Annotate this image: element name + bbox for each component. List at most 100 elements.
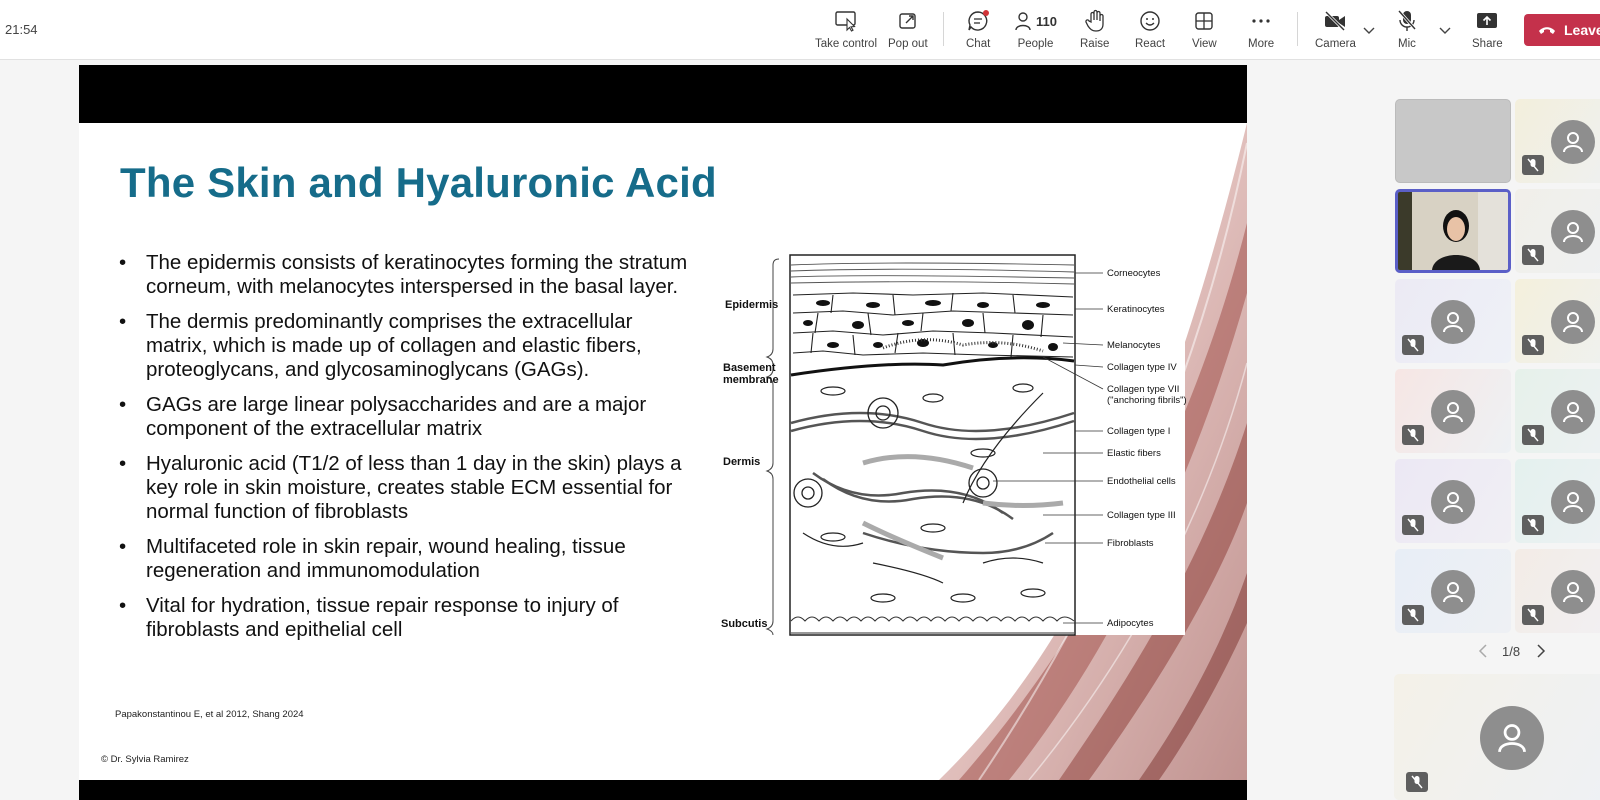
basement-membrane-text: Basement: [723, 362, 776, 374]
more-dots-icon: [1250, 8, 1272, 34]
toolbar-divider: [1297, 12, 1298, 46]
muted-mic-icon: [1402, 515, 1424, 535]
muted-mic-icon: [1522, 605, 1544, 625]
slide-copyright: © Dr. Sylvia Ramirez: [101, 754, 189, 765]
self-view-tile[interactable]: [1394, 674, 1600, 800]
slide-bullet: The epidermis consists of keratinocytes …: [119, 251, 689, 299]
participant-tile[interactable]: [1395, 99, 1511, 183]
people-label: People: [1017, 38, 1054, 50]
gallery-page-indicator: 1/8: [1502, 644, 1521, 659]
mic-off-icon: [1396, 8, 1418, 34]
participant-tile[interactable]: [1515, 99, 1600, 183]
label-dermis: Dermis: [723, 456, 760, 468]
label-collagen-vii: Collagen type VII: [1107, 384, 1179, 395]
avatar-placeholder-icon: [1431, 570, 1475, 614]
react-button[interactable]: React: [1135, 8, 1165, 54]
camera-off-icon: [1323, 8, 1347, 34]
participant-tile[interactable]: [1515, 189, 1600, 273]
participant-tile[interactable]: [1515, 279, 1600, 363]
hang-up-icon: [1538, 22, 1556, 38]
avatar-placeholder-icon: [1551, 570, 1595, 614]
view-button[interactable]: View: [1192, 8, 1217, 54]
participant-tile[interactable]: [1395, 369, 1511, 453]
dermis-bracket: [765, 389, 774, 603]
leave-label: Leave: [1564, 22, 1600, 38]
raise-label: Raise: [1080, 38, 1110, 50]
presentation-slide: The Skin and Hyaluronic Acid The epiderm…: [79, 123, 1247, 780]
muted-mic-icon: [1522, 515, 1544, 535]
slide-citation: Papakonstantinou E, et al 2012, Shang 20…: [115, 709, 304, 720]
pop-out-button[interactable]: Pop out: [888, 8, 928, 54]
mic-label: Mic: [1398, 38, 1416, 50]
participant-tile[interactable]: [1515, 549, 1600, 633]
previous-page-chevron-icon[interactable]: [1478, 644, 1488, 661]
take-control-icon: [834, 8, 858, 34]
react-label: React: [1135, 38, 1166, 50]
people-button[interactable]: 110 People: [1014, 8, 1057, 54]
avatar-placeholder-icon: [1551, 210, 1595, 254]
avatar-placeholder-icon: [1551, 120, 1595, 164]
label-keratinocytes: Keratinocytes: [1107, 304, 1165, 315]
next-page-chevron-icon[interactable]: [1536, 644, 1546, 661]
speaker-video-feed: [1398, 192, 1508, 270]
participant-tile[interactable]: [1395, 279, 1511, 363]
slide-title: The Skin and Hyaluronic Acid: [120, 159, 717, 206]
muted-mic-icon: [1522, 155, 1544, 175]
camera-button[interactable]: Camera: [1315, 8, 1356, 54]
avatar-placeholder-icon: [1431, 300, 1475, 344]
label-collagen-iii: Collagen type III: [1107, 510, 1176, 521]
participant-tile[interactable]: [1515, 369, 1600, 453]
share-button[interactable]: Share: [1472, 8, 1503, 54]
avatar-placeholder-icon: [1431, 390, 1475, 434]
avatar-placeholder-icon: [1431, 480, 1475, 524]
share-label: Share: [1472, 38, 1503, 50]
label-melanocytes: Melanocytes: [1107, 340, 1161, 351]
muted-mic-icon: [1402, 605, 1424, 625]
muted-mic-icon: [1402, 425, 1424, 445]
chat-button[interactable]: Chat: [966, 8, 990, 54]
slide-bullet: The dermis predominantly comprises the e…: [119, 310, 689, 382]
slide-bullet: Hyaluronic acid (T1/2 of less than 1 day…: [119, 452, 689, 524]
mic-options-chevron-icon[interactable]: [1439, 24, 1451, 38]
smiley-icon: [1139, 8, 1161, 34]
participant-tile[interactable]: [1395, 549, 1511, 633]
label-endothelial-cells: Endothelial cells: [1107, 476, 1176, 487]
more-button[interactable]: More: [1248, 8, 1274, 54]
leave-button[interactable]: Leave: [1524, 14, 1600, 46]
avatar-placeholder-icon: [1551, 300, 1595, 344]
basement-membrane-text-line2: membrane: [723, 374, 779, 386]
pop-out-icon: [897, 8, 919, 34]
subcutis-bracket: [765, 603, 774, 636]
label-collagen-iv: Collagen type IV: [1107, 362, 1177, 373]
take-control-button[interactable]: Take control: [815, 8, 877, 54]
pop-out-label: Pop out: [888, 38, 928, 50]
slide-bullet: Vital for hydration, tissue repair respo…: [119, 594, 689, 642]
label-basement-membrane: Basement membrane: [723, 362, 779, 386]
meeting-clock: 21:54: [5, 22, 38, 37]
avatar-placeholder-icon: [1480, 706, 1544, 770]
meeting-toolbar: 21:54 Take control Pop out Chat 110 Peop…: [0, 0, 1600, 60]
gallery-pager: 1/8: [1478, 644, 1568, 664]
participant-tile[interactable]: [1515, 459, 1600, 543]
label-collagen-i: Collagen type I: [1107, 426, 1170, 437]
people-count: 110: [1036, 13, 1057, 29]
muted-mic-icon: [1406, 772, 1428, 792]
people-icon-group: 110: [1014, 8, 1057, 34]
participant-tile[interactable]: [1395, 459, 1511, 543]
label-subcutis: Subcutis: [721, 618, 767, 630]
take-control-label: Take control: [815, 38, 878, 50]
toolbar-divider: [943, 12, 944, 46]
muted-mic-icon: [1522, 335, 1544, 355]
camera-options-chevron-icon[interactable]: [1363, 24, 1375, 38]
mic-button[interactable]: Mic: [1396, 8, 1418, 54]
share-icon: [1476, 8, 1498, 34]
muted-mic-icon: [1522, 245, 1544, 265]
raise-hand-button[interactable]: Raise: [1080, 8, 1109, 54]
avatar-placeholder-icon: [1551, 480, 1595, 524]
label-fibroblasts: Fibroblasts: [1107, 538, 1154, 549]
skin-layers-diagram: Epidermis Basement membrane Dermis Subcut…: [721, 253, 1187, 636]
chat-label: Chat: [966, 38, 991, 50]
chat-icon: [966, 8, 990, 34]
label-anchoring-fibrils: ("anchoring fibrils"): [1107, 395, 1187, 406]
active-speaker-video-tile[interactable]: [1395, 189, 1511, 273]
